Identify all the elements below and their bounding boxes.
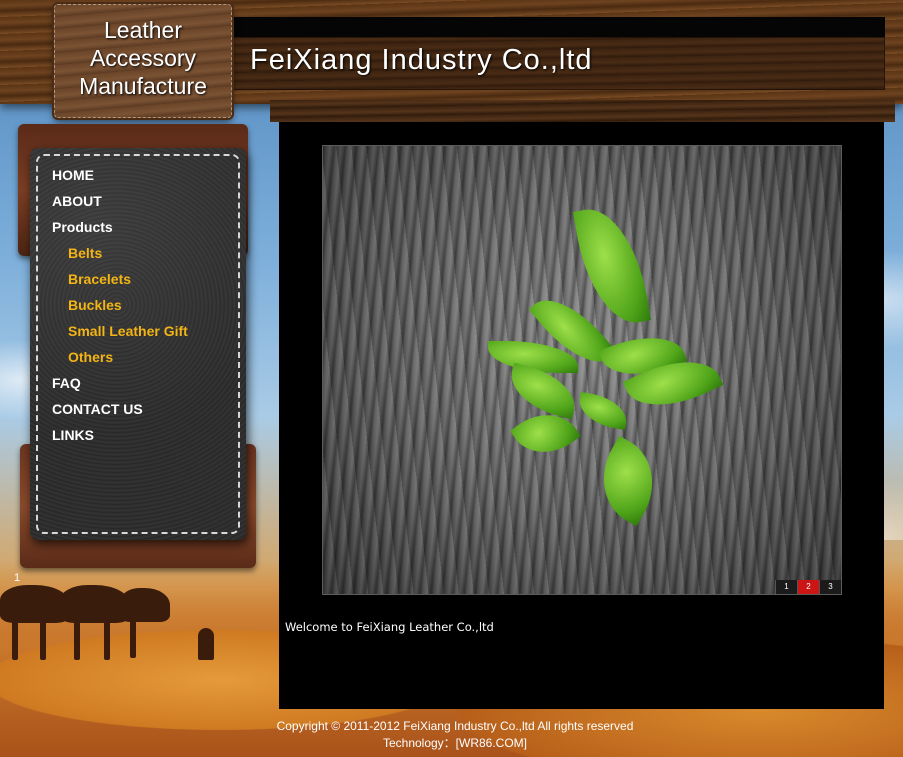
site-title: FeiXiang Industry Co.,ltd <box>250 44 593 76</box>
nav-subitem-bracelets[interactable]: Bracelets <box>52 270 237 296</box>
technology-link[interactable]: Technology：[WR86.COM] <box>200 735 710 752</box>
wood-strip <box>270 100 895 122</box>
slideshow-pager: 1 2 3 <box>775 580 841 594</box>
nav-subitem-belts[interactable]: Belts <box>52 244 237 270</box>
nav-subitem-others[interactable]: Others <box>52 348 237 374</box>
nav-item-products[interactable]: Products <box>52 218 237 244</box>
nav-item-home[interactable]: HOME <box>52 166 237 192</box>
slide-page-2[interactable]: 2 <box>797 580 819 594</box>
nav-item-links[interactable]: LINKS <box>52 426 237 452</box>
nav-item-contact-us[interactable]: CONTACT US <box>52 400 237 426</box>
welcome-text: Welcome to FeiXiang Leather Co.,ltd <box>285 620 494 634</box>
slide-page-3[interactable]: 3 <box>819 580 841 594</box>
nav-item-about[interactable]: ABOUT <box>52 192 237 218</box>
slideshow-image[interactable]: 1 2 3 <box>322 145 842 595</box>
nav-subitem-buckles[interactable]: Buckles <box>52 296 237 322</box>
sidebar-nav: HOME ABOUT Products Belts Bracelets Buck… <box>52 166 237 452</box>
side-counter: 1 <box>14 572 21 584</box>
copyright-text: Copyright © 2011-2012 FeiXiang Industry … <box>276 719 634 733</box>
logo-line: Accessory <box>89 45 197 71</box>
logo-line: Manufacture <box>79 73 207 99</box>
footer: Copyright © 2011-2012 FeiXiang Industry … <box>200 718 710 752</box>
slide-page-1[interactable]: 1 <box>775 580 797 594</box>
nav-item-faq[interactable]: FAQ <box>52 374 237 400</box>
nav-subitem-small-leather-gift[interactable]: Small Leather Gift <box>52 322 237 348</box>
logo[interactable]: Leather Accessory Manufacture <box>54 16 232 100</box>
logo-line: Leather <box>103 17 182 43</box>
